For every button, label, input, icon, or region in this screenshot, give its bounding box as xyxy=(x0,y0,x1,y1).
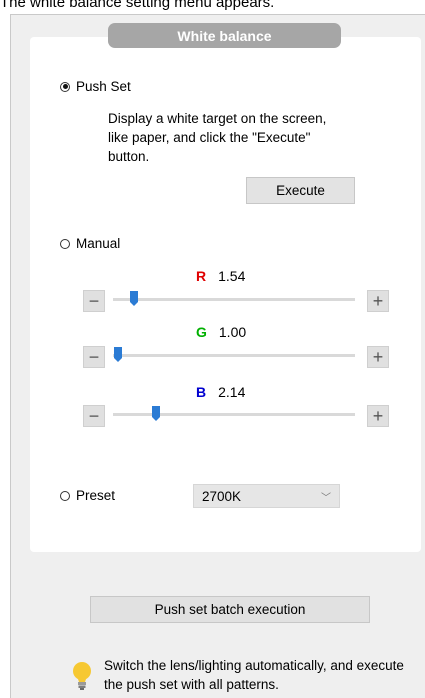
panel-title: White balance xyxy=(108,23,341,48)
b-minus-button[interactable]: − xyxy=(83,405,105,427)
g-slider-thumb[interactable] xyxy=(114,347,122,362)
b-slider-thumb[interactable] xyxy=(152,406,160,421)
b-plus-button[interactable]: + xyxy=(367,405,389,427)
preset-option[interactable]: Preset xyxy=(60,488,115,503)
channel-r-letter: R xyxy=(196,268,207,284)
push-set-option[interactable]: Push Set xyxy=(60,79,131,94)
manual-label: Manual xyxy=(76,236,121,251)
chevron-down-icon: ﹀ xyxy=(321,492,331,504)
preset-label: Preset xyxy=(76,488,116,503)
preset-radio[interactable] xyxy=(60,490,70,501)
g-minus-button[interactable]: − xyxy=(83,346,105,368)
preset-select[interactable]: 2700K ﹀ xyxy=(193,484,340,508)
push-set-batch-button[interactable]: Push set batch execution xyxy=(90,596,370,623)
push-set-description: Display a white target on the screen, li… xyxy=(108,111,327,164)
channel-b-label: B 2.14 xyxy=(196,384,245,400)
execute-button[interactable]: Execute xyxy=(246,177,355,204)
b-slider-track[interactable] xyxy=(113,413,355,416)
r-plus-button[interactable]: + xyxy=(367,290,389,312)
preset-select-value: 2700K xyxy=(202,488,242,504)
push-set-label: Push Set xyxy=(76,79,131,94)
lightbulb-icon xyxy=(73,662,91,690)
channel-r-label: R 1.54 xyxy=(196,268,245,284)
manual-radio[interactable] xyxy=(60,238,70,249)
g-plus-button[interactable]: + xyxy=(367,346,389,368)
channel-g-label: G 1.00 xyxy=(196,324,246,340)
channel-g-letter: G xyxy=(196,324,207,340)
caption-text: The white balance setting menu appears. xyxy=(0,0,275,11)
r-slider-track[interactable] xyxy=(113,298,355,301)
manual-option[interactable]: Manual xyxy=(60,236,120,251)
channel-r-value: 1.54 xyxy=(218,268,246,284)
push-set-radio[interactable] xyxy=(60,81,70,92)
channel-g-value: 1.00 xyxy=(218,324,247,340)
g-slider-track[interactable] xyxy=(113,354,355,357)
channel-b-value: 2.14 xyxy=(218,384,246,400)
r-minus-button[interactable]: − xyxy=(83,290,105,312)
tip-text: Switch the lens/lighting automatically, … xyxy=(104,658,404,692)
r-slider-thumb[interactable] xyxy=(130,291,138,306)
channel-b-letter: B xyxy=(196,384,207,400)
